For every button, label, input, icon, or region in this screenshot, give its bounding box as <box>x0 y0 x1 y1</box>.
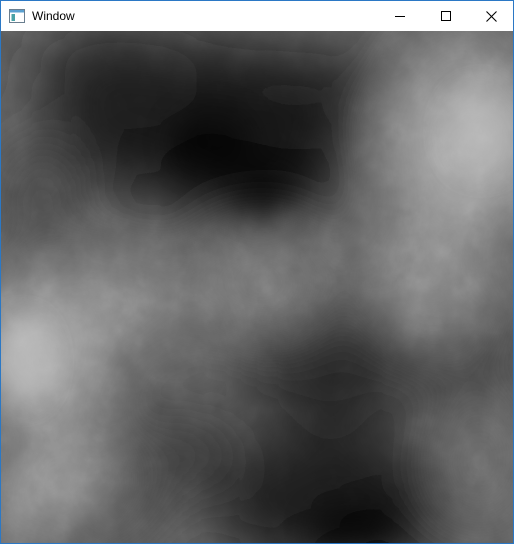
window-app-icon <box>9 9 25 23</box>
maximize-button[interactable] <box>423 1 469 31</box>
app-window: Window <box>0 0 514 544</box>
maximize-icon <box>441 11 451 21</box>
close-button[interactable] <box>468 1 514 31</box>
grayscale-noise-heightmap <box>1 31 513 543</box>
close-icon <box>485 10 497 22</box>
title-bar[interactable]: Window <box>1 1 513 31</box>
noise-canvas[interactable] <box>1 31 513 543</box>
window-title: Window <box>32 9 75 23</box>
minimize-icon <box>395 11 405 21</box>
minimize-button[interactable] <box>377 1 423 31</box>
